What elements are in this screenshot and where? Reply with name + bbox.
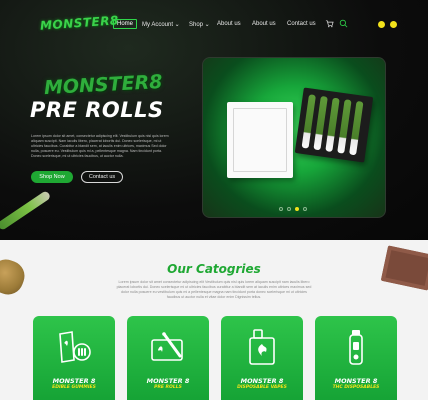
tin-lid-image (227, 102, 293, 178)
category-card-thc-disposables[interactable]: MONSTER 8 THC DISPOSABLES (315, 316, 397, 400)
yellow-dot-icon[interactable] (378, 21, 385, 28)
shop-now-button[interactable]: Shop Now (31, 171, 73, 183)
hero-title: PRE ROLLS (30, 98, 164, 122)
pre-roll-icon (151, 332, 183, 361)
yellow-dot-icon[interactable] (390, 21, 397, 28)
category-card-title: MONSTER 8 (146, 377, 190, 385)
category-card-disposable-vapes[interactable]: MONSTER 8 DISPOSABLE VAPES (221, 316, 303, 400)
search-icon[interactable] (339, 19, 348, 28)
thc-pen-icon (349, 330, 363, 365)
category-card-title: MONSTER 8 (52, 377, 96, 385)
category-card-subtitle: DISPOSABLE VAPES (237, 385, 287, 390)
hero-section: MONSTER8 Home My Account ⌄ Shop ⌄ About … (0, 0, 428, 240)
nav-home[interactable]: Home (113, 19, 138, 29)
slider-dots (279, 207, 313, 213)
category-card-pre-rolls[interactable]: MONSTER 8 PRE ROLLS (127, 316, 209, 400)
hero-description: Lorem ipsum dolor sit amet, consectetur … (31, 134, 169, 158)
pre-roll-image (0, 189, 52, 232)
categories-section: Our Catogries Lorem ipsum dolor sit amet… (0, 240, 428, 400)
category-card-title: MONSTER 8 (334, 377, 378, 385)
gummies-icon (59, 331, 91, 363)
hero-product-image (202, 57, 386, 218)
category-card-gummies[interactable]: MONSTER 8 EDIBLE GUMMIES (33, 316, 115, 400)
pre-roll-case-image (294, 87, 374, 163)
slider-dot[interactable] (303, 207, 307, 211)
slider-dot-active[interactable] (295, 207, 299, 211)
categories-title: Our Catogries (167, 262, 261, 276)
logo[interactable]: MONSTER8 (40, 13, 120, 32)
nav-about-us-2[interactable]: About us (252, 21, 276, 27)
categories-description: Lorem ipsum dolor sit amet consectetur a… (116, 280, 312, 299)
hero-brand: MONSTER8 (43, 70, 163, 100)
vape-box-icon (249, 329, 275, 365)
slider-dot[interactable] (279, 207, 283, 211)
category-card-subtitle: PRE ROLLS (154, 385, 182, 390)
category-card-subtitle: EDIBLE GUMMIES (52, 385, 96, 390)
slider-dot[interactable] (287, 207, 291, 211)
cart-icon[interactable] (325, 19, 334, 28)
category-card-subtitle: THC DISPOSABLES (332, 385, 380, 390)
nav-contact-us[interactable]: Contact us (287, 21, 316, 27)
contact-us-button[interactable]: Contact us (81, 171, 123, 183)
category-card-title: MONSTER 8 (240, 377, 284, 385)
nav-my-account[interactable]: My Account ⌄ (142, 21, 180, 28)
top-navigation: MONSTER8 Home My Account ⌄ Shop ⌄ About … (0, 0, 428, 48)
nav-about-us[interactable]: About us (217, 21, 241, 27)
nav-shop[interactable]: Shop ⌄ (189, 21, 210, 28)
